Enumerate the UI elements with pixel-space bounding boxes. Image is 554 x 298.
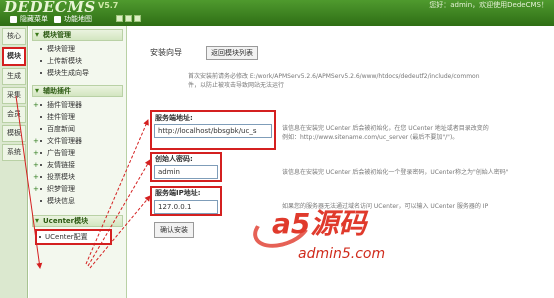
server-ip-label: 服务端IP地址: — [155, 189, 201, 197]
hide-menu-icon — [10, 15, 17, 23]
menu-item-baidu-news[interactable]: 百度新闻 — [29, 123, 126, 135]
map-icon — [54, 15, 61, 23]
menu-item-ucenter-config[interactable]: UCenter配置 — [35, 229, 112, 245]
menu-item-dream-manage[interactable]: 织梦管理 — [29, 183, 126, 195]
user-info: 您好：admin，欢迎使用DedeCMS！ — [429, 1, 548, 9]
tool-icon-3[interactable] — [134, 15, 141, 22]
founder-password-hint: 该信息在安装完 UCenter 后会被初始化一个登录密码，UCenter称之为"… — [282, 169, 509, 176]
back-to-module-list-button[interactable]: 返回模块列表 — [206, 46, 258, 60]
server-url-hint-line-1: 该信息在安装完 UCenter 后会被初始化，在您 UCenter 地址或者目录… — [282, 125, 489, 132]
menu-group-ucenter[interactable]: Ucenter模块 — [32, 215, 123, 227]
server-ip-input[interactable]: 127.0.0.1 — [154, 200, 218, 214]
install-notice: 首次安装前请务必修改 E:/work/APMServ5.2.6/APMServ5… — [188, 72, 480, 90]
menu-group-plugins[interactable]: 辅助插件 — [32, 85, 123, 97]
vertical-tabs: 核心 模块 生成 采集 会员 模板 系统 — [0, 26, 28, 298]
founder-password-input[interactable]: admin — [154, 165, 218, 179]
page-title: 安装向导 — [150, 48, 182, 57]
side-menu: 模块管理 模块管理 上传新模块 模块生成向导 辅助插件 插件管理器 挂件管理 百… — [29, 26, 127, 298]
confirm-install-button[interactable]: 确认安装 — [154, 222, 194, 238]
top-nav: 隐藏菜单 功能地图 — [10, 14, 92, 24]
server-url-hint-line-2: 例如：http://www.sitename.com/uc_server (最后… — [282, 134, 459, 141]
tab-core[interactable]: 核心 — [2, 28, 26, 45]
tool-icon-2[interactable] — [125, 15, 132, 22]
menu-item-ad-manage[interactable]: 广告管理 — [29, 147, 126, 159]
menu-item-upload-module[interactable]: 上传新模块 — [29, 55, 126, 67]
hide-menu-button[interactable]: 隐藏菜单 — [10, 14, 48, 24]
tab-generate[interactable]: 生成 — [2, 68, 26, 85]
menu-item-widget-manage[interactable]: 挂件管理 — [29, 111, 126, 123]
server-url-input[interactable]: http://localhost/bbsgbk/uc_s — [154, 124, 272, 138]
menu-item-vote-module[interactable]: 投票模块 — [29, 171, 126, 183]
menu-item-module-info[interactable]: 模块信息 — [29, 195, 126, 207]
notice-line-2: 件，以防止被攻击导致网站无法运行 — [188, 82, 285, 89]
notice-line-1: 首次安装前请务必修改 E:/work/APMServ5.2.6/APMServ5… — [188, 73, 480, 80]
menu-item-plugin-manager[interactable]: 插件管理器 — [29, 99, 126, 111]
server-url-label: 服务端地址: — [155, 114, 193, 122]
menu-item-module-manage[interactable]: 模块管理 — [29, 43, 126, 55]
founder-password-label: 创始人密码: — [155, 155, 193, 163]
watermark-brand: a5源码 — [272, 207, 367, 240]
function-map-label: 功能地图 — [64, 15, 92, 23]
tool-icon-1[interactable] — [116, 15, 123, 22]
tab-member[interactable]: 会员 — [2, 106, 26, 123]
server-url-hint: 该信息在安装完 UCenter 后会被初始化，在您 UCenter 地址或者目录… — [282, 124, 489, 142]
hide-menu-label: 隐藏菜单 — [20, 15, 48, 23]
top-header: DEDECMS V5.7 您好：admin，欢迎使用DedeCMS！ 隐藏菜单 … — [0, 0, 554, 26]
tab-collect[interactable]: 采集 — [2, 87, 26, 104]
tab-module[interactable]: 模块 — [2, 47, 26, 66]
tab-system[interactable]: 系统 — [2, 144, 26, 161]
menu-group-module-manage[interactable]: 模块管理 — [32, 29, 123, 41]
tab-template[interactable]: 模板 — [2, 125, 26, 142]
menu-item-file-manager[interactable]: 文件管理器 — [29, 135, 126, 147]
watermark-url: admin5.com — [298, 246, 386, 262]
toolbar-icons — [116, 15, 141, 22]
menu-item-module-wizard[interactable]: 模块生成向导 — [29, 67, 126, 79]
function-map-button[interactable]: 功能地图 — [54, 14, 92, 24]
version-label: V5.7 — [98, 1, 119, 10]
menu-item-friend-links[interactable]: 友情链接 — [29, 159, 126, 171]
a5-watermark: a5源码 admin5.com — [247, 200, 402, 272]
